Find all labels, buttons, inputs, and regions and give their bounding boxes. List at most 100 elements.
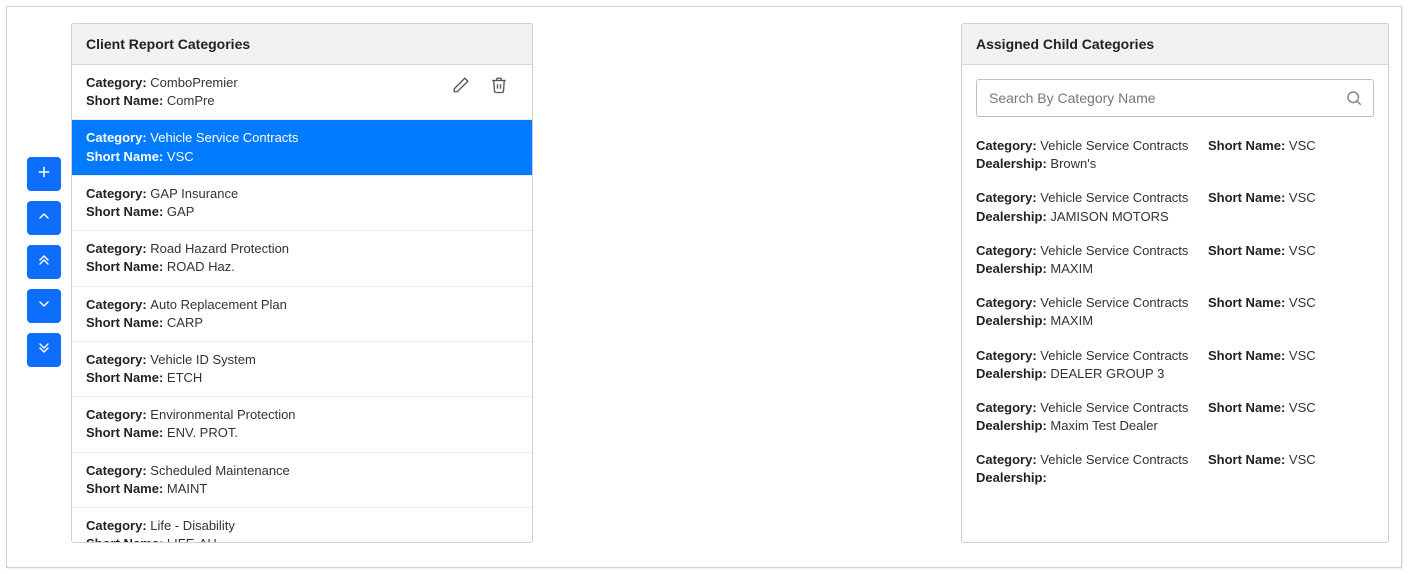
short-name-value: VSC <box>1289 138 1316 153</box>
short-name-label: Short Name: <box>86 370 167 385</box>
short-name-value: ETCH <box>167 370 202 385</box>
category-row[interactable]: Category: Vehicle Service Contracts Short… <box>72 120 532 175</box>
dealership-label: Dealership: <box>976 366 1050 381</box>
short-name-label: Short Name: <box>86 149 167 164</box>
category-label: Category: <box>976 138 1040 153</box>
short-name-value: VSC <box>167 149 194 164</box>
category-value: Auto Replacement Plan <box>150 297 287 312</box>
category-value: Vehicle Service Contracts <box>1040 348 1188 363</box>
category-info: Category: Environmental ProtectionShort … <box>86 406 296 442</box>
child-right: Short Name: VSC <box>1208 399 1378 435</box>
category-label: Category: <box>86 518 150 533</box>
short-name-value: MAINT <box>167 481 207 496</box>
category-value: Life - Disability <box>150 518 235 533</box>
dealership-value: JAMISON MOTORS <box>1050 209 1168 224</box>
short-name-value: VSC <box>1289 348 1316 363</box>
category-value: ComboPremier <box>150 75 237 90</box>
category-label: Category: <box>86 130 150 145</box>
short-name-label: Short Name: <box>86 536 167 542</box>
child-row[interactable]: Category: Vehicle Service ContractsDeale… <box>976 286 1386 338</box>
short-name-label: Short Name: <box>1208 138 1289 153</box>
category-row[interactable]: Category: ComboPremier Short Name: ComPre <box>72 65 532 120</box>
category-label: Category: <box>976 400 1040 415</box>
assigned-child-categories-panel: Assigned Child Categories Category: Vehi… <box>961 23 1389 543</box>
dealership-value: MAXIM <box>1050 261 1093 276</box>
dealership-label: Dealership: <box>976 313 1050 328</box>
child-left: Category: Vehicle Service Contracts Deale… <box>976 347 1198 383</box>
category-row[interactable]: Category: Auto Replacement Plan Short Nam… <box>72 287 532 342</box>
category-value: Vehicle Service Contracts <box>1040 138 1188 153</box>
child-row[interactable]: Category: Vehicle Service ContractsDeale… <box>976 443 1386 495</box>
child-row[interactable]: Category: Vehicle Service Contracts Deale… <box>976 339 1386 391</box>
child-row[interactable]: Category: Vehicle Service ContractsDeale… <box>976 234 1386 286</box>
category-info: Category: Vehicle ID SystemShort Name: E… <box>86 351 256 387</box>
move-bottom-button[interactable] <box>27 333 61 367</box>
short-name-value: VSC <box>1289 190 1316 205</box>
side-button-bar <box>27 157 61 367</box>
panel-title-right: Assigned Child Categories <box>962 24 1388 65</box>
edit-icon[interactable] <box>452 76 470 97</box>
child-left: Category: Vehicle Service ContractsDeale… <box>976 451 1198 487</box>
category-info: Category: Auto Replacement Plan Short Nam… <box>86 296 287 332</box>
short-name-label: Short Name: <box>1208 348 1289 363</box>
short-name-value: LIFE-AH <box>167 536 217 542</box>
child-row[interactable]: Category: Vehicle Service Contracts Deale… <box>976 391 1386 443</box>
category-label: Category: <box>976 243 1040 258</box>
short-name-label: Short Name: <box>1208 243 1289 258</box>
category-info: Category: Vehicle Service Contracts Short… <box>86 129 298 165</box>
short-name-value: VSC <box>1289 243 1316 258</box>
category-info: Category: ComboPremier Short Name: ComPre <box>86 74 238 110</box>
category-row[interactable]: Category: GAP InsuranceShort Name: GAP <box>72 176 532 231</box>
category-label: Category: <box>976 295 1040 310</box>
move-top-button[interactable] <box>27 245 61 279</box>
category-value: Vehicle Service Contracts <box>1040 400 1188 415</box>
category-value: Environmental Protection <box>150 407 295 422</box>
plus-icon <box>36 164 52 185</box>
category-row[interactable]: Category: Road Hazard ProtectionShort Na… <box>72 231 532 286</box>
category-label: Category: <box>86 352 150 367</box>
add-button[interactable] <box>27 157 61 191</box>
category-label: Category: <box>976 190 1040 205</box>
child-right: Short Name: VSC <box>1208 294 1378 330</box>
short-name-value: CARP <box>167 315 203 330</box>
category-row[interactable]: Category: Scheduled MaintenanceShort Nam… <box>72 453 532 508</box>
category-info: Category: Road Hazard ProtectionShort Na… <box>86 240 289 276</box>
child-left: Category: Vehicle Service ContractsDeale… <box>976 294 1198 330</box>
short-name-label: Short Name: <box>86 315 167 330</box>
short-name-label: Short Name: <box>1208 452 1289 467</box>
category-label: Category: <box>86 297 150 312</box>
category-value: Vehicle Service Contracts <box>1040 452 1188 467</box>
search-input[interactable] <box>989 90 1333 106</box>
short-name-label: Short Name: <box>86 93 167 108</box>
move-up-button[interactable] <box>27 201 61 235</box>
dealership-label: Dealership: <box>976 156 1050 171</box>
short-name-label: Short Name: <box>86 259 167 274</box>
child-right: Short Name: VSC <box>1208 189 1378 225</box>
category-label: Category: <box>86 75 150 90</box>
child-row[interactable]: Category: Vehicle Service ContractsDeale… <box>976 181 1386 233</box>
dealership-label: Dealership: <box>976 470 1047 485</box>
category-label: Category: <box>86 186 150 201</box>
child-row[interactable]: Category: Vehicle Service Contracts Deale… <box>976 129 1386 181</box>
category-label: Category: <box>976 348 1040 363</box>
trash-icon[interactable] <box>490 76 508 97</box>
dealership-label: Dealership: <box>976 418 1050 433</box>
category-value: Vehicle Service Contracts <box>150 130 298 145</box>
category-row[interactable]: Category: Vehicle ID SystemShort Name: E… <box>72 342 532 397</box>
short-name-value: VSC <box>1289 400 1316 415</box>
category-value: Vehicle Service Contracts <box>1040 190 1188 205</box>
move-down-button[interactable] <box>27 289 61 323</box>
category-value: Road Hazard Protection <box>150 241 289 256</box>
category-info: Category: Life - Disability Short Name: L… <box>86 517 235 542</box>
category-list: Category: ComboPremier Short Name: ComPre… <box>72 65 532 542</box>
short-name-value: VSC <box>1289 295 1316 310</box>
dealership-value: DEALER GROUP 3 <box>1050 366 1164 381</box>
search-wrap <box>962 65 1388 125</box>
category-row[interactable]: Category: Environmental ProtectionShort … <box>72 397 532 452</box>
double-chevron-up-icon <box>36 252 52 273</box>
child-left: Category: Vehicle Service ContractsDeale… <box>976 242 1198 278</box>
short-name-value: VSC <box>1289 452 1316 467</box>
category-row[interactable]: Category: Life - Disability Short Name: L… <box>72 508 532 542</box>
short-name-value: ComPre <box>167 93 215 108</box>
client-report-categories-panel: Client Report Categories Category: Combo… <box>71 23 533 543</box>
